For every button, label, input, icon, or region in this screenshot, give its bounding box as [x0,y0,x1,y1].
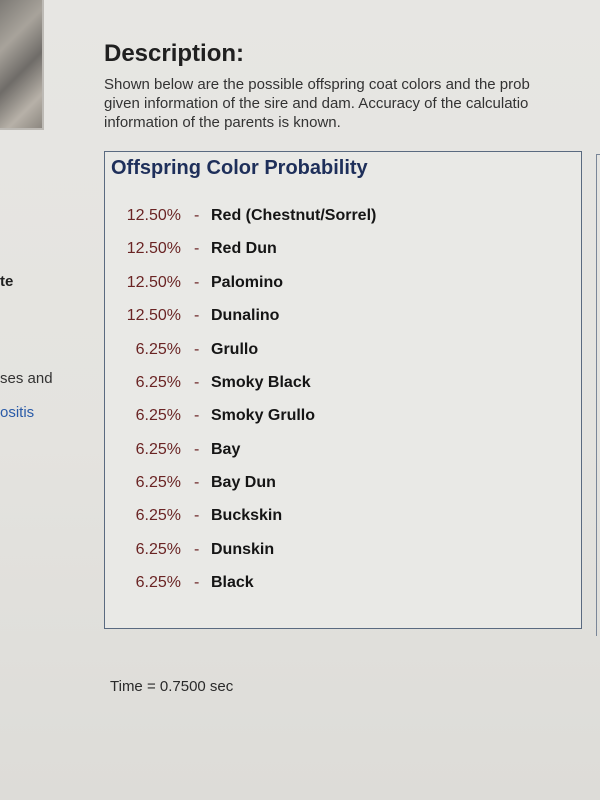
row-separator: - [194,474,200,491]
coat-color-name: Dunalino [211,307,280,324]
coat-color-name: Red Dun [211,240,277,257]
probability-percent: 12.50% [126,307,181,324]
row-separator: - [194,341,200,358]
probability-percent: 12.50% [126,207,181,224]
probability-percent: 6.25% [135,441,181,458]
coat-color-name: Smoky Grullo [211,407,316,424]
probability-percent: 6.25% [135,574,181,591]
probability-row: 12.50% - Red (Chestnut/Sorrel) [105,207,575,231]
probability-row: 12.50% - Palomino [105,274,575,298]
probability-row: 6.25% - Smoky Grullo [105,407,575,431]
row-separator: - [194,407,200,424]
coat-color-name: Buckskin [211,507,283,524]
description-line: given information of the sire and dam. A… [104,95,529,112]
row-separator: - [194,507,200,524]
left-link-fragment-3[interactable]: ositis [0,404,34,421]
coat-color-name: Red (Chestnut/Sorrel) [211,207,377,224]
probability-row: 6.25% - Buckskin [105,507,575,531]
probability-row: 12.50% - Red Dun [105,240,575,264]
probability-percent: 12.50% [126,240,181,257]
computation-time: Time = 0.7500 sec [110,678,234,695]
row-separator: - [194,441,200,458]
description-text: Shown below are the possible offspring c… [104,75,600,132]
row-separator: - [194,307,200,324]
coat-color-name: Dunskin [211,541,275,558]
probability-percent: 6.25% [135,374,181,391]
row-separator: - [194,374,200,391]
left-nav-fragment-1: te [0,273,14,290]
adjacent-panel-edge [596,154,600,636]
probability-row: 6.25% - Smoky Black [105,374,575,398]
probability-percent: 12.50% [126,274,181,291]
probability-percent: 6.25% [135,474,181,491]
row-separator: - [194,541,200,558]
probability-percent: 6.25% [135,407,181,424]
coat-color-name: Grullo [211,341,259,358]
offspring-probability-panel: Offspring Color Probability 12.50% - Red… [104,151,582,629]
probability-row: 6.25% - Dunskin [105,541,575,565]
coat-color-name: Black [211,574,254,591]
panel-title: Offspring Color Probability [111,157,368,179]
probability-percent: 6.25% [135,541,181,558]
probability-percent: 6.25% [135,341,181,358]
coat-color-name: Bay Dun [211,474,276,491]
probability-row: 6.25% - Bay [105,441,575,465]
row-separator: - [194,574,200,591]
coat-color-name: Bay [211,441,241,458]
probability-row: 6.25% - Grullo [105,341,575,365]
coat-color-name: Palomino [211,274,284,291]
description-heading: Description: [104,40,245,67]
left-text-fragment-2: ses and [0,370,53,387]
row-separator: - [194,274,200,291]
probability-row: 6.25% - Black [105,574,575,598]
description-line: information of the parents is known. [104,114,341,131]
row-separator: - [194,240,200,257]
horse-thumbnail-image[interactable] [0,0,44,130]
probability-row: 6.25% - Bay Dun [105,474,575,498]
row-separator: - [194,207,200,224]
description-line: Shown below are the possible offspring c… [104,76,530,93]
coat-color-name: Smoky Black [211,374,311,391]
probability-percent: 6.25% [135,507,181,524]
probability-row: 12.50% - Dunalino [105,307,575,331]
